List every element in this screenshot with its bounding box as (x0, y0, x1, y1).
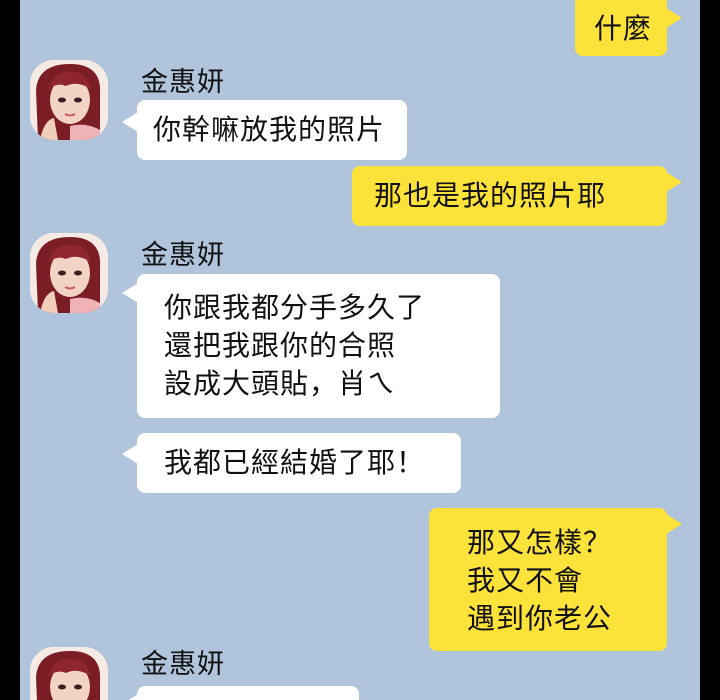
contact-avatar-icon[interactable] (30, 233, 108, 313)
bubble-tail (122, 112, 138, 132)
bubble-tail (122, 444, 138, 464)
message-text: 什麼 (594, 12, 653, 45)
bubble-tail (122, 283, 138, 303)
message-line: 還把我跟你的合照 (164, 329, 397, 362)
bubble-tail (666, 8, 682, 28)
left-letterbox (0, 0, 20, 700)
message-bubble-incoming[interactable]: 你跟我都分手多久了 還把我跟你的合照 設成大頭貼，肖ㄟ (137, 274, 500, 418)
bubble-tail (666, 172, 682, 192)
message-bubble-outgoing[interactable]: 那也是我的照片耶 (352, 166, 667, 226)
message-line: 設成大頭貼，肖ㄟ (164, 367, 397, 400)
message-bubble-incoming[interactable]: 我都已經結婚了耶！ (137, 433, 461, 493)
contact-name: 金惠妍 (141, 649, 225, 680)
message-line: 那又怎樣？ (467, 526, 613, 559)
bubble-tail (122, 694, 138, 700)
contact-avatar-icon[interactable] (30, 647, 108, 700)
avatar-portrait (30, 647, 108, 700)
avatar-portrait (30, 60, 108, 140)
message-bubble-incoming[interactable]: 你幹嘛放我的照片 (137, 100, 407, 160)
avatar-portrait (30, 233, 108, 313)
message-text: 我都已經結婚了耶！ (164, 446, 426, 479)
contact-name: 金惠妍 (141, 240, 225, 271)
message-bubble-outgoing[interactable]: 那又怎樣？ 我又不會 遇到你老公 (429, 508, 667, 651)
bubble-tail (666, 514, 682, 534)
contact-name: 金惠妍 (141, 67, 225, 98)
contact-avatar-icon[interactable] (30, 60, 108, 140)
chat-area[interactable]: 什麼 金惠妍 你幹嘛放我的照片 那也是我的照片耶 金惠妍 你跟我都分手多久了 還… (20, 0, 700, 700)
message-text: 你幹嘛放我的照片 (153, 113, 386, 146)
message-bubble-outgoing[interactable]: 什麼 (575, 0, 667, 56)
message-line: 你跟我都分手多久了 (164, 291, 426, 324)
right-letterbox (700, 0, 720, 700)
message-line: 我又不會 (467, 564, 584, 597)
message-bubble-incoming[interactable] (137, 686, 359, 700)
message-text: 那也是我的照片耶 (374, 179, 607, 212)
message-line: 遇到你老公 (467, 602, 613, 635)
